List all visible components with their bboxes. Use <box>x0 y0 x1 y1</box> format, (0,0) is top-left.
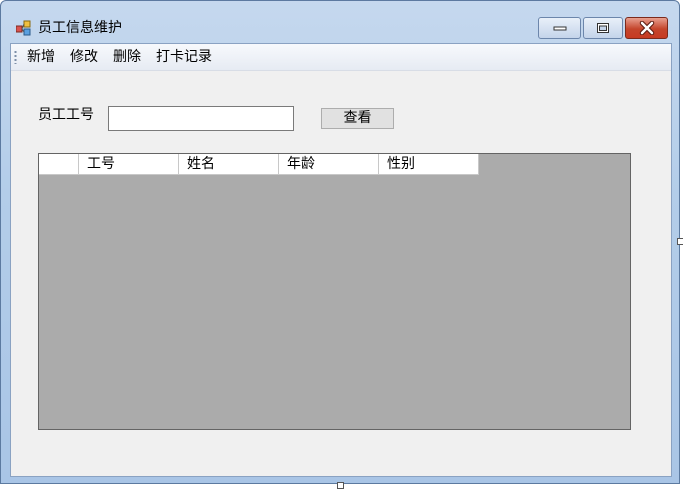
minimize-button[interactable] <box>538 17 581 39</box>
title-bar[interactable]: 员工信息维护 <box>1 1 679 41</box>
column-header-id[interactable]: 工号 <box>79 154 179 175</box>
grid-header: 工号 姓名 年龄 性别 <box>39 154 479 175</box>
minimize-icon <box>553 26 566 31</box>
menu-item-delete[interactable]: 删除 <box>112 48 142 66</box>
view-button[interactable]: 查看 <box>321 108 394 129</box>
close-icon <box>639 21 654 35</box>
client-area: 新增 修改 删除 打卡记录 员工工号 查看 工号 姓名 年龄 性别 <box>10 43 672 477</box>
maximize-icon <box>597 23 609 33</box>
menu-item-attendance[interactable]: 打卡记录 <box>155 48 213 66</box>
close-button[interactable] <box>625 17 668 39</box>
menu-item-add[interactable]: 新增 <box>26 48 56 66</box>
employee-id-label: 员工工号 <box>38 107 94 123</box>
column-header-gender[interactable]: 性别 <box>379 154 479 175</box>
maximize-button[interactable] <box>583 17 623 39</box>
column-header-name[interactable]: 姓名 <box>179 154 279 175</box>
resize-handle-right[interactable] <box>677 238 683 245</box>
window-title: 员工信息维护 <box>38 20 122 36</box>
menu-bar: 新增 修改 删除 打卡记录 <box>11 44 671 71</box>
row-header-corner[interactable] <box>39 154 79 175</box>
employee-id-input[interactable] <box>108 106 294 131</box>
menu-grip-icon[interactable] <box>14 50 17 64</box>
app-window: 员工信息维护 新增 修改 删除 打卡记录 员工工号 查看 工号 姓名 年龄 性别 <box>0 0 680 484</box>
employee-grid[interactable]: 工号 姓名 年龄 性别 <box>38 153 631 430</box>
app-window-icon <box>16 20 31 36</box>
column-header-age[interactable]: 年龄 <box>279 154 379 175</box>
menu-item-edit[interactable]: 修改 <box>69 48 99 66</box>
